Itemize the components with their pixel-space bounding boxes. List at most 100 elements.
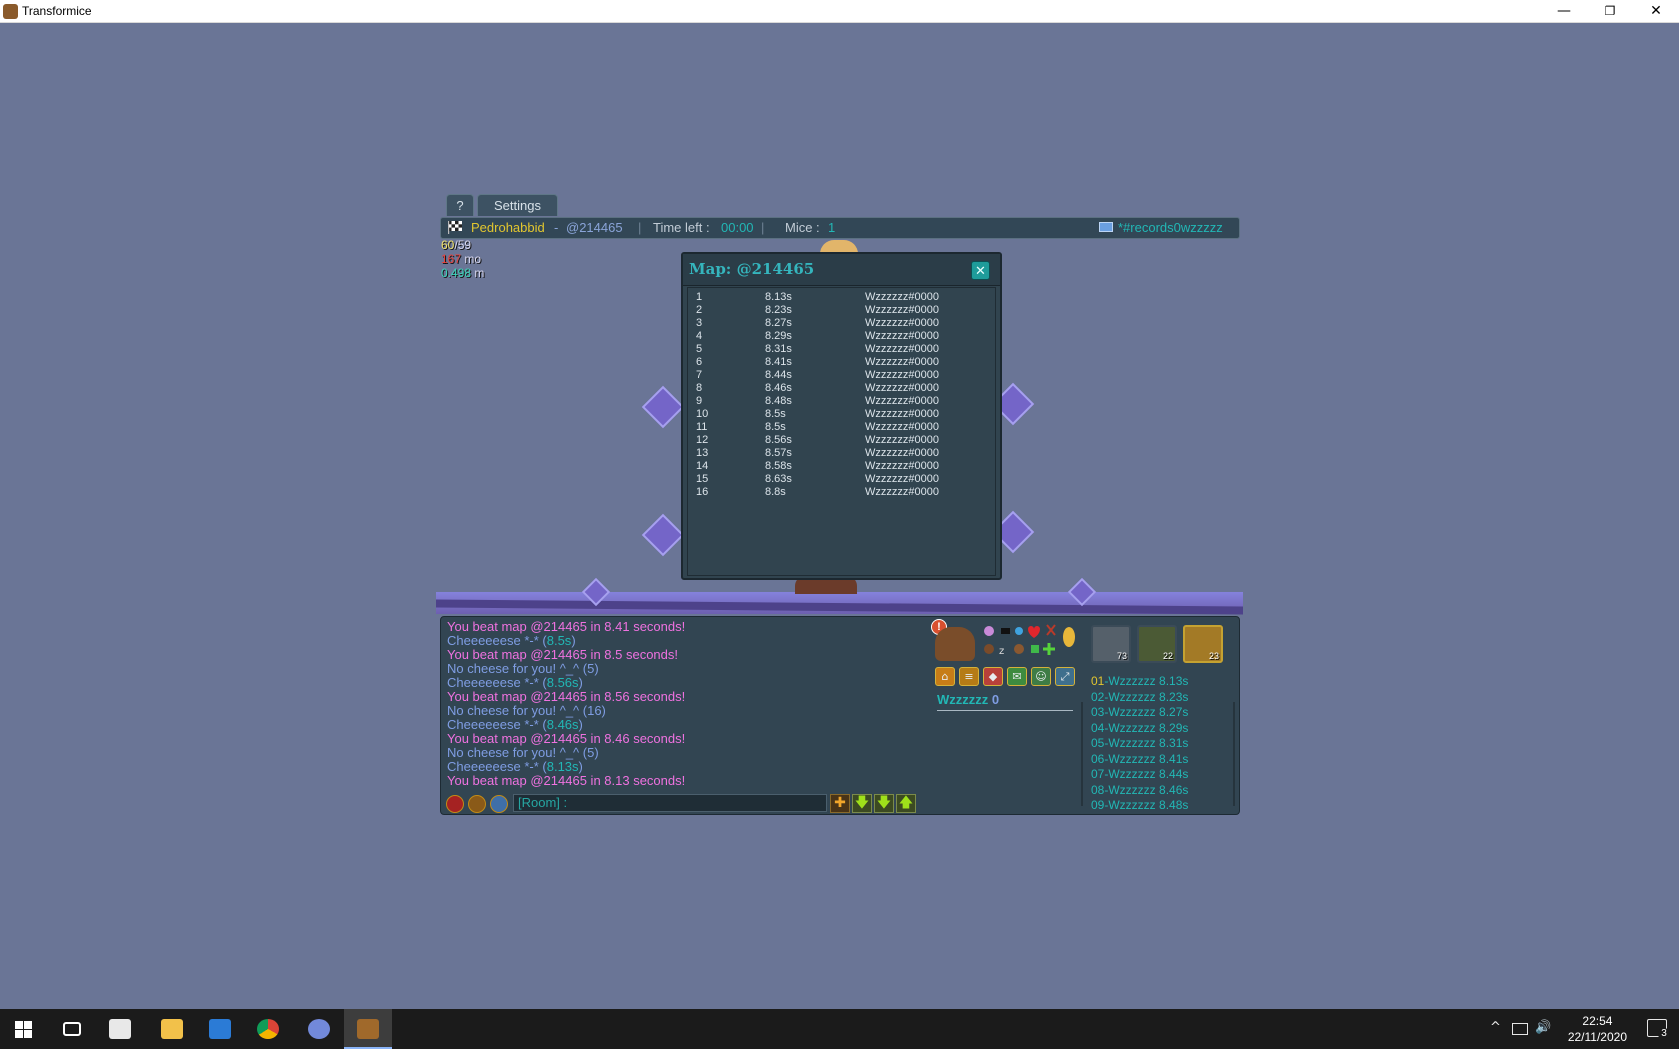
scrollbar[interactable] (1233, 702, 1235, 806)
time-left-label: Time left : (653, 220, 710, 235)
record-time: 8.57s (765, 447, 792, 459)
home-icon[interactable]: ⌂ (935, 667, 955, 686)
heart-icon[interactable] (446, 795, 464, 813)
distance-counter: 0.498 m (441, 266, 485, 280)
chat-text: Cheeeeeese *-* ( (447, 759, 547, 774)
avatar-rock[interactable]: 73 (1091, 625, 1131, 663)
ranking-position: 02 (1091, 689, 1105, 704)
ranking-position: 09 (1091, 798, 1105, 812)
divider: | (761, 220, 765, 235)
room-chat-icon (1099, 222, 1113, 232)
close-window-button[interactable]: ✕ (1633, 0, 1679, 23)
chat-text: Cheeeeeese *-* ( (447, 675, 547, 690)
chrome-icon[interactable] (244, 1009, 292, 1049)
ranking-player: -Wzzzzzz 8.48s (1104, 798, 1189, 812)
ranking-player: -Wzzzzzz 8.41s (1104, 751, 1189, 766)
ranking-entry: 04-Wzzzzzz 8.29s (1091, 721, 1188, 735)
chat-input[interactable]: [Room] : (513, 794, 827, 812)
record-player: Wzzzzzz#0000 (865, 291, 939, 303)
map-records-window: Map: @214465 ✕ 1 8.13s Wzzzzzz#0000 2 8.23s W… (681, 252, 1002, 580)
record-player: Wzzzzzz#0000 (865, 356, 939, 368)
chat-text: No cheese for you! ^_^ (5) (447, 745, 599, 760)
tab-settings[interactable]: Settings (477, 194, 558, 216)
chat-message: Cheeeeeese *-* (8.46s) (447, 718, 583, 732)
record-player: Wzzzzzz#0000 (865, 343, 939, 355)
record-player: Wzzzzzz#0000 (865, 434, 939, 446)
chat-message: No cheese for you! ^_^ (5) (447, 746, 599, 760)
record-player: Wzzzzzz#0000 (865, 421, 939, 433)
record-player: Wzzzzzz#0000 (865, 369, 939, 381)
chat-text: You beat map @214465 in 8.46 seconds! (447, 731, 686, 746)
record-rank: 4 (696, 330, 703, 342)
mice-label: Mice : (785, 220, 820, 235)
close-icon[interactable]: ✕ (971, 261, 990, 280)
avatar-cheese[interactable]: 23 (1183, 625, 1223, 663)
record-player: Wzzzzzz#0000 (865, 317, 939, 329)
task-view-icon[interactable] (48, 1009, 96, 1049)
list-icon[interactable]: ≡ (959, 667, 979, 686)
record-player: Wzzzzzz#0000 (865, 382, 939, 394)
record-player: Wzzzzzz#0000 (865, 330, 939, 342)
minimize-button[interactable]: — (1541, 0, 1587, 23)
shop-icon[interactable]: ◆ (983, 667, 1003, 686)
ranking-entry: 05-Wzzzzzz 8.31s (1091, 736, 1188, 750)
avatar-hedgehog[interactable]: 22 (1137, 625, 1177, 663)
record-player: Wzzzzzz#0000 (865, 473, 939, 485)
chat-text: ) (571, 633, 576, 648)
diamond-decoration (641, 385, 685, 429)
record-rank: 1 (696, 291, 703, 303)
svg-text:z: z (999, 646, 1004, 657)
chat-text: You beat map @214465 in 8.5 seconds! (447, 647, 678, 662)
chat-text: ) (578, 717, 583, 732)
chevron-up-icon[interactable]: ^ (1490, 1020, 1501, 1035)
ranking-entry: 06-Wzzzzzz 8.41s (1091, 752, 1188, 766)
ranking-player: -Wzzzzzz 8.27s (1104, 705, 1189, 719)
clock-date: 22/11/2020 (1567, 1030, 1627, 1044)
clock-time: 22:54 (1582, 1014, 1613, 1028)
chat-time: 8.56s (546, 675, 579, 690)
player-mouse-avatar[interactable] (935, 627, 975, 661)
scroll-bottom-button[interactable]: 🡇 (874, 794, 894, 813)
network-icon[interactable] (1512, 1023, 1528, 1035)
chat-message: You beat map @214465 in 8.13 seconds! (447, 774, 685, 788)
player-score: Wzzzzzz 0 (937, 692, 1000, 707)
record-time: 8.58s (765, 460, 792, 472)
volume-icon[interactable]: 🔊 (1535, 1020, 1551, 1035)
checkered-flag-icon (447, 220, 463, 240)
add-button[interactable]: ✚ (830, 794, 850, 813)
chat-text: Cheeeeeese *-* ( (447, 717, 547, 732)
shaman-icon[interactable] (468, 795, 486, 813)
chat-icon[interactable]: ✉ (1007, 667, 1027, 686)
file-explorer-icon[interactable] (148, 1009, 196, 1049)
fullscreen-icon[interactable]: ⤢ (1055, 667, 1075, 686)
windows-start-icon[interactable] (0, 1009, 48, 1049)
window-title: Transformice (22, 4, 92, 18)
record-time: 8.5s (765, 421, 786, 433)
scroll-up-button[interactable]: 🡅 (896, 794, 916, 813)
memory-counter: 167 mo (441, 252, 482, 266)
chat-time: 8.5s (546, 633, 572, 648)
transformice-taskbar-icon[interactable] (344, 1009, 392, 1049)
record-player: Wzzzzzz#0000 (865, 395, 939, 407)
inventory-items[interactable]: z (981, 623, 1081, 657)
chat-message: Cheeeeeese *-* (8.13s) (447, 760, 583, 774)
chat-text: No cheese for you! ^_^ (16) (447, 703, 606, 718)
record-rank: 8 (696, 382, 703, 394)
chat-message: You beat map @214465 in 8.56 seconds! (447, 690, 685, 704)
restore-button[interactable]: ❐ (1587, 0, 1633, 23)
room-name[interactable]: *#records0wzzzzz (1118, 218, 1238, 238)
tab-help[interactable]: ? (446, 194, 474, 216)
notification-center-icon[interactable]: 3 (1647, 1019, 1670, 1040)
record-rank: 16 (696, 486, 709, 498)
mail-icon[interactable] (196, 1009, 244, 1049)
chat-text: ) (578, 675, 583, 690)
scrollbar[interactable] (1081, 702, 1083, 806)
chat-text: You beat map @214465 in 8.13 seconds! (447, 773, 686, 788)
discord-app-icon[interactable] (295, 1009, 343, 1049)
store-icon[interactable] (96, 1009, 144, 1049)
scroll-down-button[interactable]: 🡇 (852, 794, 872, 813)
map-code: @214465 (566, 220, 623, 235)
discord-icon[interactable]: ☺ (1031, 667, 1051, 686)
clock[interactable]: 22:54 22/11/2020 (1568, 1013, 1627, 1045)
tribe-icon[interactable] (490, 795, 508, 813)
